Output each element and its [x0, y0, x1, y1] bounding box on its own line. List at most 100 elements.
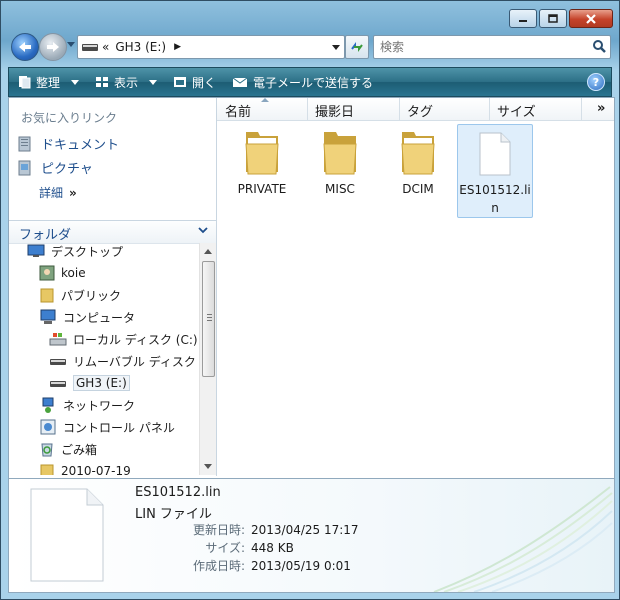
folder-icon	[40, 288, 54, 303]
minimize-icon	[519, 19, 527, 22]
tree-item-removable-disk[interactable]: リムーバブル ディスク	[49, 351, 196, 371]
address-bar[interactable]: « GH3 (E:) ▶	[77, 35, 345, 59]
open-icon	[174, 77, 187, 87]
decorative-swoosh	[433, 486, 613, 592]
folder-icon	[40, 464, 54, 475]
column-date-taken[interactable]: 撮影日	[315, 101, 354, 120]
maximize-icon	[548, 14, 558, 23]
control-panel-icon	[40, 419, 56, 435]
email-icon	[232, 77, 248, 87]
column-divider[interactable]	[489, 98, 490, 120]
removable-drive-icon	[82, 44, 98, 51]
breadcrumb-separator-icon[interactable]: ▶	[174, 42, 181, 52]
column-tags[interactable]: タグ	[407, 101, 433, 120]
tree-item-2010-07-19[interactable]: 2010-07-19	[39, 461, 131, 475]
details-value: 448 KB	[251, 541, 294, 555]
tree-item-desktop[interactable]: デスクトップ	[27, 243, 123, 261]
tree-item-label: ネットワーク	[63, 398, 136, 413]
local-disk-icon	[49, 333, 67, 346]
removable-drive-icon	[50, 359, 66, 365]
folder-icon	[245, 132, 279, 175]
file-list-pane: 名前 撮影日 タグ サイズ » PRIVATE MISC DCIM ES1015…	[217, 98, 614, 476]
explorer-window: « GH3 (E:) ▶ 整理 表示 開く 電子	[0, 0, 620, 600]
file-item-label: DCIM	[402, 182, 434, 196]
address-overflow-chevron[interactable]: «	[102, 40, 109, 54]
tree-item-public[interactable]: パブリック	[39, 285, 121, 305]
documents-icon	[18, 136, 31, 151]
forward-button[interactable]	[39, 33, 67, 61]
open-label: 開く	[192, 75, 217, 90]
address-dropdown-icon[interactable]	[332, 45, 340, 50]
help-button[interactable]: ?	[587, 73, 605, 91]
close-button[interactable]	[569, 9, 613, 28]
favorite-links-title: お気に入りリンク	[21, 111, 118, 125]
open-button[interactable]: 開く	[165, 68, 224, 96]
pictures-icon	[18, 160, 31, 175]
tree-item-label: リムーバブル ディスク	[73, 354, 196, 369]
details-size-row: サイズ: 448 KB	[135, 539, 365, 556]
column-divider[interactable]	[399, 98, 400, 120]
column-divider[interactable]	[581, 98, 582, 120]
tree-item-gh3-drive[interactable]: GH3 (E:)	[49, 373, 130, 393]
column-size[interactable]: サイズ	[497, 101, 536, 120]
tree-item-computer[interactable]: コンピュータ	[39, 307, 135, 327]
more-links-button[interactable]: 詳細 »	[39, 184, 77, 201]
email-label: 電子メールで送信する	[253, 75, 374, 90]
sort-ascending-icon	[261, 98, 269, 102]
tree-item-local-disk[interactable]: ローカル ディスク (C:)	[49, 329, 198, 349]
recent-pages-dropdown[interactable]	[67, 42, 75, 47]
favorite-item-label: ドキュメント	[41, 138, 120, 153]
tree-item-label: ごみ箱	[61, 442, 98, 457]
details-key: 更新日時:	[192, 523, 245, 537]
search-icon[interactable]	[592, 39, 606, 53]
folder-tree-scrollbar[interactable]	[199, 243, 216, 475]
minimize-button[interactable]	[509, 9, 537, 28]
views-dropdown-icon	[149, 79, 158, 85]
tree-item-label: コントロール パネル	[63, 420, 175, 435]
favorite-item-label: ピクチャ	[41, 162, 93, 177]
navigation-bar: « GH3 (E:) ▶	[9, 33, 611, 61]
details-key: 作成日時:	[192, 559, 245, 573]
search-box[interactable]	[373, 35, 611, 59]
file-item-misc[interactable]: MISC	[303, 124, 377, 198]
tree-item-recycle-bin[interactable]: ごみ箱	[39, 439, 97, 459]
breadcrumb-drive[interactable]: GH3 (E:)	[115, 40, 166, 54]
email-button[interactable]: 電子メールで送信する	[224, 68, 381, 96]
details-file-type: LIN ファイル	[135, 507, 212, 522]
folder-icon	[401, 132, 435, 175]
user-folder-icon	[39, 265, 55, 281]
details-modified-row: 更新日時: 2013/04/25 17:17	[135, 521, 365, 538]
favorite-item-documents[interactable]: ドキュメント	[17, 134, 119, 153]
tree-item-koie[interactable]: koie	[39, 263, 86, 283]
file-item-es101512[interactable]: ES101512.lin	[457, 124, 533, 218]
column-divider[interactable]	[307, 98, 308, 120]
column-header-bar: 名前 撮影日 タグ サイズ »	[217, 98, 614, 121]
close-icon	[586, 13, 596, 24]
folders-header[interactable]: フォルダ	[9, 220, 216, 244]
maximize-button[interactable]	[539, 9, 567, 28]
recycle-bin-icon	[41, 443, 53, 457]
scroll-down-icon[interactable]	[204, 464, 212, 469]
file-item-private[interactable]: PRIVATE	[225, 124, 299, 198]
organize-label: 整理	[36, 75, 61, 90]
desktop-icon	[27, 244, 45, 257]
more-columns-chevron[interactable]: »	[597, 101, 605, 116]
tree-item-control-panel[interactable]: コントロール パネル	[39, 417, 175, 437]
scroll-up-icon[interactable]	[204, 249, 212, 254]
tree-item-label: パブリック	[61, 288, 122, 303]
favorite-item-pictures[interactable]: ピクチャ	[17, 158, 93, 177]
tree-item-label: koie	[61, 266, 86, 280]
folder-tree: デスクトップ koie パブリック コンピュータ ローカル ディスク (C:)	[9, 243, 199, 475]
caption-buttons	[509, 9, 613, 28]
file-item-dcim[interactable]: DCIM	[381, 124, 455, 198]
organize-menu-button[interactable]: 整理	[9, 68, 87, 96]
column-name[interactable]: 名前	[225, 101, 251, 120]
details-key: サイズ:	[205, 541, 245, 555]
refresh-button[interactable]	[345, 35, 369, 59]
tree-item-network[interactable]: ネットワーク	[39, 395, 135, 415]
scrollbar-thumb[interactable]	[202, 261, 215, 377]
back-button[interactable]	[11, 33, 39, 61]
search-input[interactable]	[378, 39, 582, 55]
details-pane: ES101512.lin LIN ファイル 更新日時: 2013/04/25 17…	[8, 478, 615, 593]
views-menu-button[interactable]: 表示	[87, 68, 165, 96]
